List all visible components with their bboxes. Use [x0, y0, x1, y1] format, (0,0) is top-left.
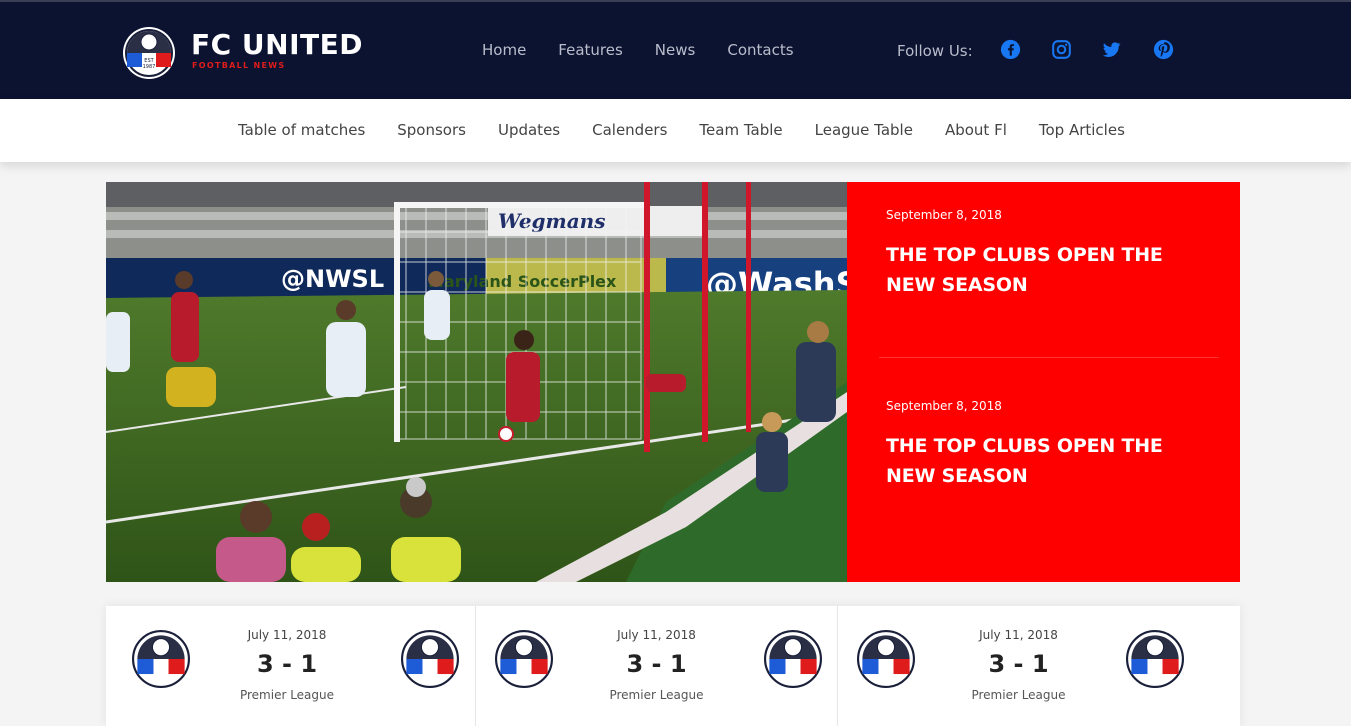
match-scores: July 11, 2018 3 - 1 Premier League July … — [106, 606, 1240, 726]
match-league: Premier League — [971, 688, 1066, 702]
featured-stories-panel: September 8, 2018 THE TOP CLUBS OPEN THE… — [847, 182, 1240, 582]
subnav-updates[interactable]: Updates — [498, 121, 560, 139]
match-card[interactable]: July 11, 2018 3 - 1 Premier League — [106, 606, 468, 726]
main-nav: Home Features News Contacts — [482, 41, 794, 59]
instagram-icon[interactable] — [1051, 39, 1072, 60]
banner-soccerplex: Maryland SoccerPlex — [428, 272, 617, 291]
story-title[interactable]: THE TOP CLUBS OPEN THE NEW SEASON — [886, 240, 1206, 300]
secondary-nav: Table of matches Sponsors Updates Calend… — [0, 99, 1351, 162]
nav-contacts[interactable]: Contacts — [727, 41, 793, 59]
away-team-logo-icon — [1126, 630, 1184, 688]
club-logo-icon[interactable]: EST 1987 — [122, 26, 176, 80]
subnav-sponsors[interactable]: Sponsors — [397, 121, 466, 139]
away-team-logo-icon — [401, 630, 459, 688]
match-league: Premier League — [609, 688, 704, 702]
story-title[interactable]: THE TOP CLUBS OPEN THE NEW SEASON — [886, 431, 1206, 491]
site-subtitle: FOOTBALL NEWS — [192, 61, 286, 70]
nav-news[interactable]: News — [655, 41, 696, 59]
follow-label: Follow Us: — [897, 42, 973, 60]
match-league: Premier League — [239, 688, 335, 702]
badge-text-year: 1987 — [143, 64, 156, 70]
soccer-match-photo: @NWSL @WashS Wegmans Maryland SoccerPlex — [106, 182, 847, 582]
story-card[interactable]: September 8, 2018 THE TOP CLUBS OPEN THE… — [886, 208, 1206, 300]
nav-features[interactable]: Features — [558, 41, 623, 59]
banner-wegmans: Wegmans — [498, 209, 605, 233]
story-card[interactable]: September 8, 2018 THE TOP CLUBS OPEN THE… — [886, 399, 1206, 491]
pinterest-icon[interactable] — [1153, 39, 1174, 60]
match-card[interactable]: July 11, 2018 3 - 1 Premier League — [475, 606, 837, 726]
banner-nwsl: @NWSL — [281, 265, 384, 293]
nav-home[interactable]: Home — [482, 41, 526, 59]
away-team-logo-icon — [764, 630, 822, 688]
subnav-team-table[interactable]: Team Table — [699, 121, 782, 139]
subnav-calenders[interactable]: Calenders — [592, 121, 667, 139]
facebook-icon[interactable] — [1000, 39, 1021, 60]
site-title[interactable]: FC UNITED — [191, 29, 363, 61]
hero-photo[interactable]: @NWSL @WashS Wegmans Maryland SoccerPlex — [106, 182, 847, 582]
story-divider — [879, 357, 1219, 358]
twitter-icon[interactable] — [1101, 39, 1122, 60]
story-date: September 8, 2018 — [886, 399, 1002, 413]
top-header: EST 1987 FC UNITED FOOTBALL NEWS Home Fe… — [0, 0, 1351, 99]
subnav-league-table[interactable]: League Table — [815, 121, 913, 139]
story-date: September 8, 2018 — [886, 208, 1002, 222]
subnav-table-of-matches[interactable]: Table of matches — [238, 121, 365, 139]
subnav-top-articles[interactable]: Top Articles — [1039, 121, 1125, 139]
subnav-about[interactable]: About Fl — [945, 121, 1007, 139]
match-card[interactable]: July 11, 2018 3 - 1 Premier League — [837, 606, 1199, 726]
